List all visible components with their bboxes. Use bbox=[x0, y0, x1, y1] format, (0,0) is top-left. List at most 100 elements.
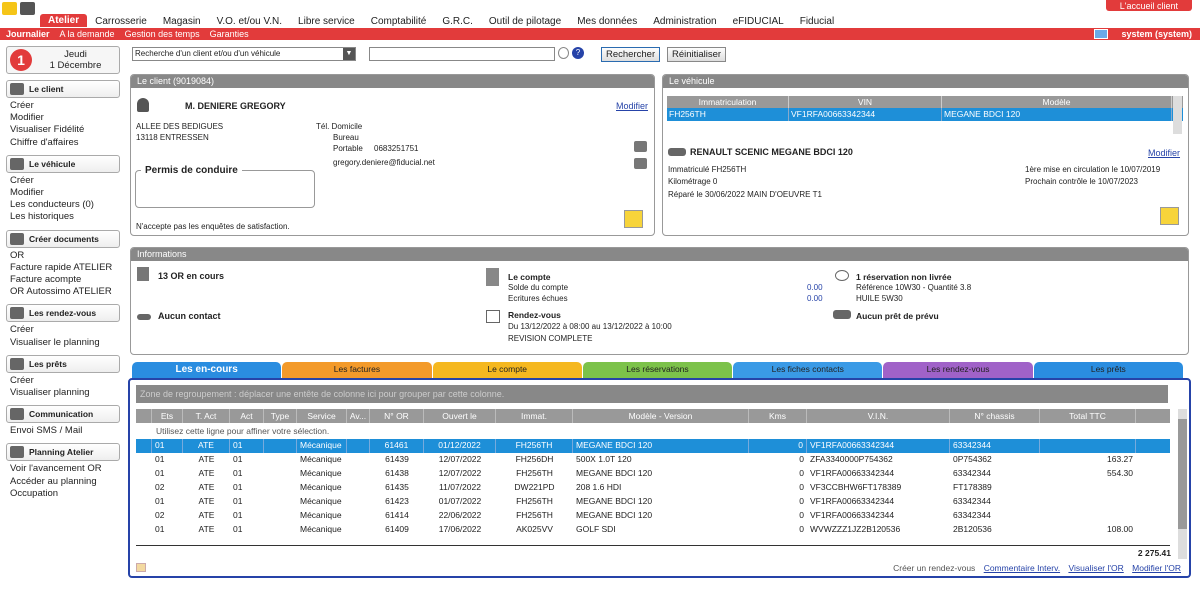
help-icon[interactable]: ? bbox=[572, 47, 584, 59]
menu-fiducial[interactable]: Fiducial bbox=[792, 16, 842, 27]
sidebar-section-header[interactable]: Planning Atelier bbox=[6, 443, 120, 462]
table-row[interactable]: 01 ATE 01 Mécanique 61439 12/07/2022 FH256DH 50… bbox=[136, 453, 1170, 467]
mail-icon[interactable] bbox=[1094, 29, 1108, 39]
menu-magasin[interactable]: Magasin bbox=[155, 16, 209, 27]
sidebar-link[interactable]: Visualiser le planning bbox=[10, 337, 120, 349]
vehicle-note-icon[interactable] bbox=[1160, 207, 1179, 225]
accueil-client-button[interactable]: L'accueil client bbox=[1105, 0, 1192, 11]
grid-col-header[interactable]: Total TTC bbox=[1040, 409, 1136, 423]
search-input[interactable] bbox=[369, 47, 555, 61]
visualiser-or-link[interactable]: Visualiser l'OR bbox=[1068, 563, 1123, 573]
client-note-icon[interactable] bbox=[624, 210, 643, 228]
sidebar-section-header[interactable]: Le véhicule bbox=[6, 154, 120, 173]
menu-v-o-et-ou-v-n-[interactable]: V.O. et/ou V.N. bbox=[209, 16, 290, 27]
filter-row[interactable]: Utilisez cette ligne pour affiner votre … bbox=[136, 425, 1170, 439]
tab-les-factures[interactable]: Les factures bbox=[282, 362, 432, 378]
journalier-menu[interactable]: Journalier bbox=[6, 29, 50, 39]
sidebar-link[interactable]: Facture acompte bbox=[10, 274, 120, 286]
sidebar-section-header[interactable]: Les prêts bbox=[6, 354, 120, 373]
sidebar-link[interactable]: Les conducteurs (0) bbox=[10, 199, 120, 211]
grid-col-header[interactable]: Ouvert le bbox=[424, 409, 496, 423]
sidebar-link[interactable]: Chiffre d'affaires bbox=[10, 137, 120, 149]
group-zone[interactable]: Zone de regroupement : déplacer une entê… bbox=[136, 385, 1168, 403]
sidebar-link[interactable]: Voir l'avancement OR bbox=[10, 463, 120, 475]
col-vin[interactable]: VIN bbox=[789, 96, 942, 108]
grid-col-header[interactable]: Act bbox=[230, 409, 264, 423]
tab-les-r-servations[interactable]: Les réservations bbox=[582, 362, 733, 378]
grid-col-header[interactable]: T. Act bbox=[183, 409, 230, 423]
reset-button[interactable]: Réinitialiser bbox=[667, 47, 727, 62]
sidebar-section-header[interactable]: Créer documents bbox=[6, 229, 120, 248]
table-row[interactable]: 02 ATE 01 Mécanique 61435 11/07/2022 DW221PD 20… bbox=[136, 481, 1170, 495]
sidebar-link[interactable]: OR Autossimo ATELIER bbox=[10, 286, 120, 298]
search-type-select[interactable]: Recherche d'un client et/ou d'un véhicul… bbox=[132, 47, 356, 61]
or-en-cours[interactable]: 13 OR en cours bbox=[158, 271, 224, 281]
scrollbar-thumb[interactable] bbox=[1178, 419, 1187, 529]
tab-le-compte[interactable]: Le compte bbox=[432, 362, 582, 378]
tab-les-en-cours[interactable]: Les en-cours bbox=[132, 362, 282, 378]
menu-comptabilit-[interactable]: Comptabilité bbox=[363, 16, 435, 27]
phone-icon[interactable] bbox=[634, 141, 647, 152]
grid-col-header[interactable]: Kms bbox=[749, 409, 807, 423]
sidebar-link[interactable]: Créer bbox=[10, 100, 120, 112]
gestion-temps-menu[interactable]: Gestion des temps bbox=[125, 29, 200, 39]
sidebar-link[interactable]: Les historiques bbox=[10, 211, 120, 223]
star-icon[interactable] bbox=[2, 2, 17, 15]
tab-les-fiches-contacts[interactable]: Les fiches contacts bbox=[733, 362, 883, 378]
sidebar-link[interactable]: Occupation bbox=[10, 488, 120, 500]
menu-atelier[interactable]: Atelier bbox=[40, 14, 88, 27]
grid-col-header[interactable]: Type bbox=[264, 409, 297, 423]
keyboard-icon[interactable] bbox=[634, 158, 647, 169]
garanties-menu[interactable]: Garanties bbox=[210, 29, 249, 39]
grid-col-header[interactable]: Service bbox=[297, 409, 347, 423]
vehicle-row[interactable]: FH256TH VF1RFA00663342344 MEGANE BDCI 12… bbox=[667, 108, 1183, 121]
col-modele[interactable]: Modèle bbox=[942, 96, 1172, 108]
user-label[interactable]: system (system) bbox=[1121, 29, 1192, 39]
grid-scrollbar[interactable] bbox=[1178, 409, 1187, 559]
table-row[interactable]: 01 ATE 01 Mécanique 61423 01/07/2022 FH256TH ME… bbox=[136, 495, 1170, 509]
grid-col-header[interactable]: Immat. bbox=[496, 409, 573, 423]
grid-col-header[interactable]: V.I.N. bbox=[807, 409, 950, 423]
create-rdv-link[interactable]: Créer un rendez-vous bbox=[893, 563, 975, 573]
sidebar-link[interactable]: Accéder au planning bbox=[10, 476, 120, 488]
export-icon[interactable] bbox=[136, 563, 146, 572]
menu-mes-donn-es[interactable]: Mes données bbox=[569, 16, 645, 27]
a-la-demande-menu[interactable]: A la demande bbox=[60, 29, 115, 39]
commentaire-link[interactable]: Commentaire Interv. bbox=[984, 563, 1060, 573]
sidebar-link[interactable]: Facture rapide ATELIER bbox=[10, 262, 120, 274]
sidebar-link[interactable]: Créer bbox=[10, 324, 120, 336]
tab-les-rendez-vous[interactable]: Les rendez-vous bbox=[883, 362, 1033, 378]
sidebar-link[interactable]: Envoi SMS / Mail bbox=[10, 425, 120, 437]
table-row[interactable]: 01 ATE 01 Mécanique 61438 12/07/2022 FH256TH ME… bbox=[136, 467, 1170, 481]
menu-efiducial[interactable]: eFIDUCIAL bbox=[725, 16, 792, 27]
sidebar-link[interactable]: Visualiser planning bbox=[10, 387, 120, 399]
grid-col-header[interactable]: N° OR bbox=[370, 409, 424, 423]
table-row[interactable]: 01 ATE 01 Mécanique 61409 17/06/2022 AK025VV GO… bbox=[136, 523, 1170, 537]
sidebar-link[interactable]: Visualiser Fidélité bbox=[10, 124, 120, 136]
menu-carrosserie[interactable]: Carrosserie bbox=[87, 16, 155, 27]
computer-icon[interactable] bbox=[20, 2, 35, 15]
reservation-text[interactable]: 1 réservation non livrée bbox=[856, 272, 951, 282]
chevron-down-icon[interactable]: ▼ bbox=[343, 48, 355, 60]
menu-administration[interactable]: Administration bbox=[645, 16, 724, 27]
vehicle-scrollbar[interactable] bbox=[1173, 96, 1182, 134]
menu-libre-service[interactable]: Libre service bbox=[290, 16, 363, 27]
modifier-or-link[interactable]: Modifier l'OR bbox=[1132, 563, 1181, 573]
client-modify-link[interactable]: Modifier bbox=[616, 101, 648, 111]
sidebar-section-header[interactable]: Le client bbox=[6, 80, 120, 98]
sidebar-section-header[interactable]: Les rendez-vous bbox=[6, 304, 120, 323]
sidebar-link[interactable]: Modifier bbox=[10, 187, 120, 199]
col-immatriculation[interactable]: Immatriculation bbox=[667, 96, 789, 108]
menu-outil-de-pilotage[interactable]: Outil de pilotage bbox=[481, 16, 569, 27]
sidebar-link[interactable]: Modifier bbox=[10, 112, 120, 124]
menu-g-r-c-[interactable]: G.R.C. bbox=[434, 16, 481, 27]
sidebar-link[interactable]: Créer bbox=[10, 375, 120, 387]
tab-les-pr-ts[interactable]: Les prêts bbox=[1033, 362, 1183, 378]
table-row[interactable]: 01 ATE 01 Mécanique 61461 01/12/2022 FH256TH ME… bbox=[136, 439, 1170, 453]
sidebar-section-header[interactable]: Communication bbox=[6, 405, 120, 424]
grid-col-header[interactable]: Av... bbox=[347, 409, 370, 423]
table-row[interactable]: 02 ATE 01 Mécanique 61414 22/06/2022 FH256TH ME… bbox=[136, 509, 1170, 523]
sidebar-link[interactable]: OR bbox=[10, 250, 120, 262]
sidebar-link[interactable]: Créer bbox=[10, 175, 120, 187]
grid-col-header[interactable]: N° chassis bbox=[950, 409, 1040, 423]
